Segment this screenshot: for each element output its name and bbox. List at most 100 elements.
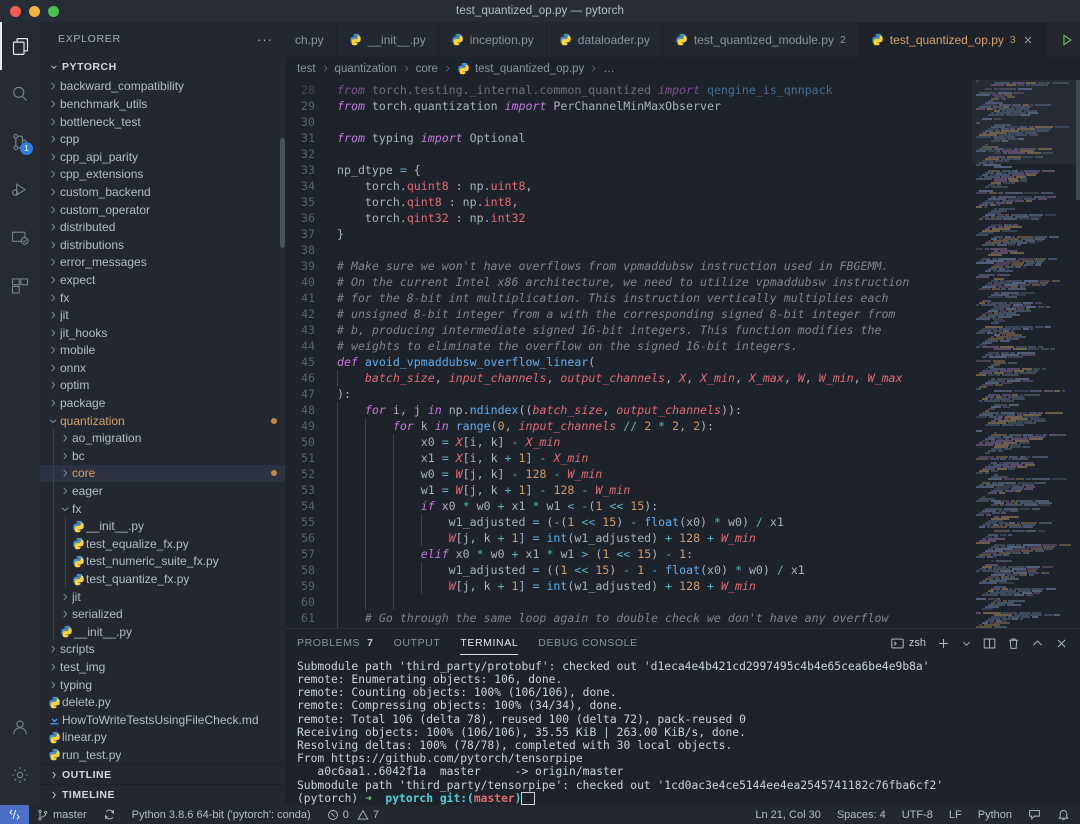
code-line[interactable]: 34 torch.quint8 : np.uint8, — [285, 178, 972, 194]
activity-item-source-control[interactable]: 1 — [0, 118, 40, 166]
chevron-down-icon[interactable] — [961, 638, 972, 649]
code-line[interactable]: 29 from torch.quantization import PerChan… — [285, 98, 972, 114]
tree-folder-quantization[interactable]: quantization — [40, 412, 285, 430]
tree-folder-jit[interactable]: jit — [40, 306, 285, 324]
editor-tab--init-py[interactable]: __init__.py — [336, 22, 439, 57]
code-content[interactable]: 28 from torch.testing._internal.common_qu… — [285, 80, 972, 628]
status-python-interpreter[interactable]: Python 3.8.6 64-bit ('pytorch': conda) — [124, 805, 319, 824]
tree-folder-cpp-api-parity[interactable]: cpp_api_parity — [40, 148, 285, 166]
code-line[interactable]: 62 for i, j in np.ndindex((batch_size, o… — [285, 626, 972, 628]
code-line[interactable]: 47): — [285, 386, 972, 402]
status-feedback[interactable] — [1020, 805, 1049, 824]
code-line[interactable]: 59 W[j, k + 1] = int(w1_adjusted) + 128 … — [285, 578, 972, 594]
trash-icon[interactable] — [1007, 637, 1020, 650]
tree-folder-custom-backend[interactable]: custom_backend — [40, 183, 285, 201]
editor-tab-test-quantized-module-py[interactable]: test_quantized_module.py 2 — [662, 22, 859, 57]
status-language-mode[interactable]: Python — [970, 805, 1020, 824]
sidebar-section-outline[interactable]: OUTLINE — [40, 763, 285, 785]
tree-folder-error-messages[interactable]: error_messages — [40, 254, 285, 272]
tree-file-linear-py[interactable]: linear.py — [40, 729, 285, 747]
play-icon[interactable] — [1060, 33, 1074, 47]
tree-folder-typing[interactable]: typing — [40, 676, 285, 694]
code-line[interactable]: 43 # b, producing intermediate signed 16-… — [285, 322, 972, 338]
breadcrumb-item[interactable]: quantization — [335, 63, 397, 75]
tree-folder-core[interactable]: core — [40, 464, 285, 483]
tree-file--init-py[interactable]: __init__.py — [40, 623, 285, 641]
tree-folder-distributed[interactable]: distributed — [40, 218, 285, 236]
tree-folder-cpp-extensions[interactable]: cpp_extensions — [40, 166, 285, 184]
tree-folder-bc[interactable]: bc — [40, 447, 285, 465]
tree-folder-ao-migration[interactable]: ao_migration — [40, 429, 285, 448]
code-line[interactable]: 41 # for the 8-bit int multiplication. Th… — [285, 290, 972, 306]
editor-tab-ch-py[interactable]: ch.py — [285, 22, 337, 57]
tree-folder-jit[interactable]: jit — [40, 587, 285, 606]
status-branch[interactable]: master — [29, 805, 95, 824]
code-line[interactable]: 32 — [285, 146, 972, 162]
tree-folder-fx[interactable]: fx — [40, 289, 285, 307]
code-line[interactable]: 39 # Make sure we won't have overflows fr… — [285, 258, 972, 274]
breadcrumb-item[interactable]: test — [297, 63, 316, 75]
breadcrumb-item[interactable]: test_quantized_op.py — [457, 62, 584, 75]
editor-scrollbar[interactable] — [1076, 80, 1080, 200]
code-line[interactable]: 40 # On the current Intel x86 architectur… — [285, 274, 972, 290]
code-line[interactable]: 37} — [285, 226, 972, 242]
split-icon[interactable] — [983, 637, 996, 650]
tree-folder-custom-operator[interactable]: custom_operator — [40, 201, 285, 219]
breadcrumb-item[interactable]: … — [603, 63, 615, 75]
code-line[interactable]: 28 from torch.testing._internal.common_qu… — [285, 82, 972, 98]
plus-icon[interactable] — [937, 637, 950, 650]
editor-tab-test-quantized-op-py[interactable]: test_quantized_op.py 3 — [858, 22, 1047, 57]
tree-folder-onnx[interactable]: onnx — [40, 359, 285, 377]
code-line[interactable]: 50 x0 = X[i, k] - X_min — [285, 434, 972, 450]
code-line[interactable]: 49 for k in range(0, input_channels // 2… — [285, 418, 972, 434]
code-line[interactable]: 30 — [285, 114, 972, 130]
tree-folder-serialized[interactable]: serialized — [40, 605, 285, 623]
tree-folder-cpp[interactable]: cpp — [40, 130, 285, 148]
editor-tab-inception-py[interactable]: inception.py — [438, 22, 547, 57]
tree-folder-jit-hooks[interactable]: jit_hooks — [40, 324, 285, 342]
activity-item-remote-explorer[interactable] — [0, 214, 40, 262]
tree-folder-test-img[interactable]: test_img — [40, 658, 285, 676]
status-notifications[interactable] — [1049, 805, 1080, 824]
status-eol[interactable]: LF — [941, 805, 970, 824]
breadcrumb[interactable]: test quantization core test_quantized_op.py… — [285, 57, 1080, 80]
code-line[interactable]: 61 # Go through the same loop again to d… — [285, 610, 972, 626]
code-line[interactable]: 48 for i, j in np.ndindex((batch_size, o… — [285, 402, 972, 418]
tree-folder-mobile[interactable]: mobile — [40, 342, 285, 360]
status-indentation[interactable]: Spaces: 4 — [829, 805, 894, 824]
terminal-output[interactable]: Submodule path 'third_party/protobuf': c… — [285, 658, 1080, 805]
activity-item-extensions[interactable] — [0, 262, 40, 310]
activity-item-explorer[interactable] — [0, 22, 40, 70]
tree-folder-backward-compatibility[interactable]: backward_compatibility — [40, 78, 285, 96]
sidebar-section-timeline[interactable]: TIMELINE — [40, 784, 285, 805]
editor-tab-dataloader-py[interactable]: dataloader.py — [546, 22, 663, 57]
code-line[interactable]: 55 w1_adjusted = (-(1 << 15) - float(x0)… — [285, 514, 972, 530]
code-line[interactable]: 60 — [285, 594, 972, 610]
remote-host-button[interactable] — [0, 805, 29, 824]
status-encoding[interactable]: UTF-8 — [894, 805, 941, 824]
code-line[interactable]: 33 np_dtype = { — [285, 162, 972, 178]
activity-item-manage[interactable] — [0, 751, 40, 799]
tree-file--init-py[interactable]: __init__.py — [40, 517, 285, 536]
code-line[interactable]: 38 — [285, 242, 972, 258]
panel-tab-problems[interactable]: PROBLEMS 7 — [297, 632, 374, 654]
close-icon[interactable] — [1055, 637, 1068, 650]
tree-folder-distributions[interactable]: distributions — [40, 236, 285, 254]
tree-file-delete-py[interactable]: delete.py — [40, 693, 285, 711]
code-line[interactable]: 54 if x0 * w0 + x1 * w1 < -(1 << 15): — [285, 498, 972, 514]
activity-item-accounts[interactable] — [0, 703, 40, 751]
panel-tab-output[interactable]: OUTPUT — [394, 632, 441, 654]
code-line[interactable]: 42 # unsigned 8-bit integer from a with t… — [285, 306, 972, 322]
code-line[interactable]: 31 from typing import Optional — [285, 130, 972, 146]
tree-file-test-equalize-fx-py[interactable]: test_equalize_fx.py — [40, 535, 285, 553]
editor-tabs[interactable]: ch.py __init__.py inception.py dataloader.p… — [285, 22, 1080, 57]
code-line[interactable]: 52 w0 = W[j, k] - 128 - W_min — [285, 466, 972, 482]
code-line[interactable]: 58 w1_adjusted = ((1 << 15) - 1 - float(… — [285, 562, 972, 578]
code-line[interactable]: 35 torch.qint8 : np.int8, — [285, 194, 972, 210]
activity-item-search[interactable] — [0, 70, 40, 118]
tree-file-run-test-py[interactable]: run_test.py — [40, 746, 285, 764]
breadcrumb-item[interactable]: core — [416, 63, 438, 75]
tree-file-test-quantize-fx-py[interactable]: test_quantize_fx.py — [40, 570, 285, 588]
tree-folder-benchmark-utils[interactable]: benchmark_utils — [40, 95, 285, 113]
file-tree[interactable]: backward_compatibility benchmark_utils bot… — [40, 78, 285, 764]
